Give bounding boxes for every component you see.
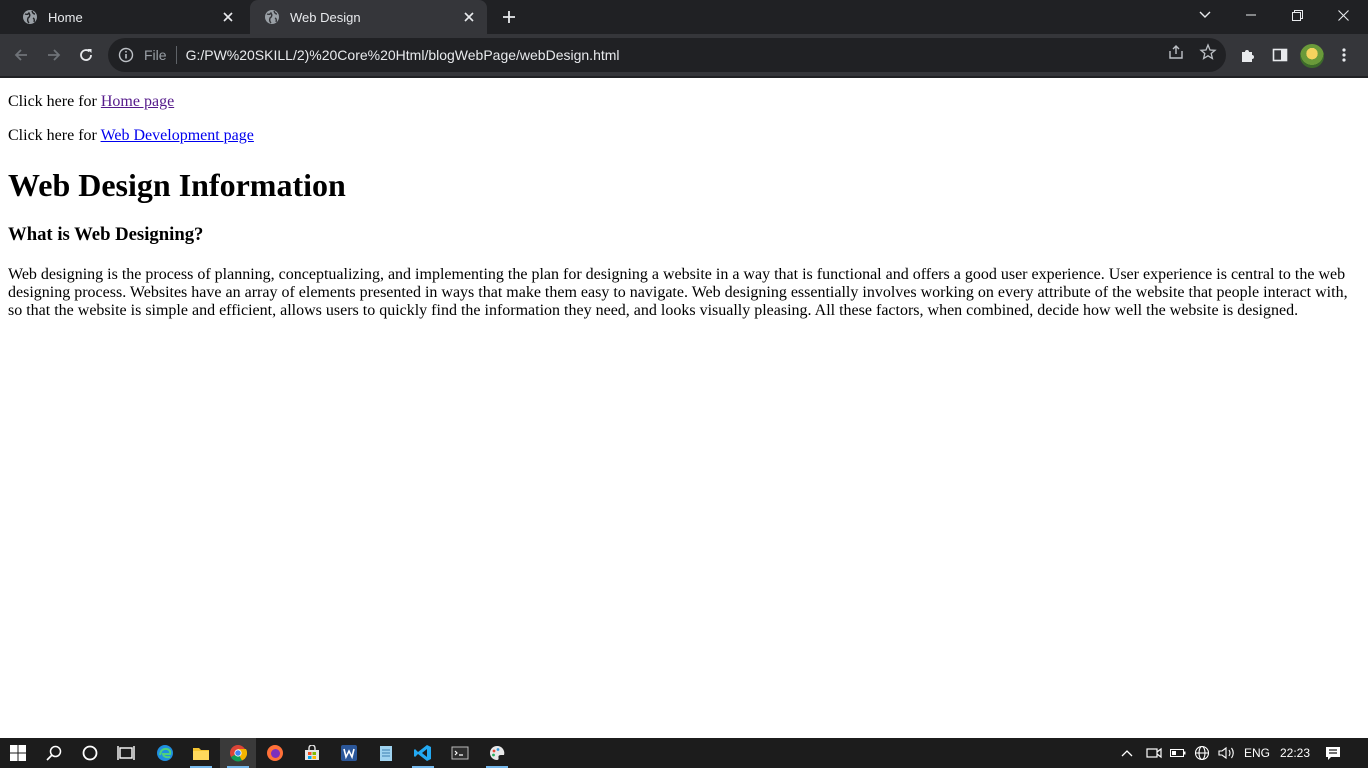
tab-title: Web Design — [290, 9, 361, 25]
file-explorer-app[interactable] — [183, 738, 219, 768]
web-development-page-link[interactable]: Web Development page — [101, 127, 254, 144]
language-label: ENG — [1244, 746, 1271, 760]
restore-icon — [1291, 9, 1303, 21]
close-icon[interactable] — [218, 7, 238, 27]
folder-icon — [193, 748, 209, 760]
extensions-button[interactable] — [1235, 42, 1261, 68]
notepad-app[interactable] — [368, 738, 404, 768]
show-hidden-icons-button[interactable] — [1121, 738, 1133, 768]
vscode-app[interactable] — [405, 738, 441, 768]
reload-icon — [80, 49, 92, 61]
tab-strip: Home Web Design — [0, 0, 1368, 34]
speaker-icon — [1218, 746, 1234, 760]
browser-toolbar: File G:/PW%20SKILL/2)%20Core%20Html/blog… — [0, 34, 1368, 76]
kebab-menu-icon — [1342, 48, 1346, 62]
side-panel-icon — [1272, 48, 1288, 62]
terminal-app[interactable] — [442, 738, 478, 768]
start-button[interactable] — [0, 738, 36, 768]
chevron-up-icon — [1121, 750, 1133, 757]
chrome-app[interactable] — [220, 738, 256, 768]
edge-icon — [157, 745, 173, 761]
clock[interactable]: 22:23 — [1280, 738, 1310, 768]
network-status[interactable] — [1194, 738, 1210, 768]
minimize-button[interactable] — [1228, 0, 1274, 30]
restore-button[interactable] — [1274, 0, 1320, 30]
word-app[interactable] — [331, 738, 367, 768]
reload-button[interactable] — [73, 42, 99, 68]
paint-icon — [490, 745, 505, 760]
body-paragraph: Web designing is the process of planning… — [8, 266, 1348, 319]
meet-now-button[interactable] — [1146, 738, 1162, 768]
globe-icon — [264, 9, 280, 25]
star-icon[interactable] — [1199, 43, 1217, 61]
cortana-button[interactable] — [72, 738, 108, 768]
new-tab-button[interactable] — [499, 7, 519, 27]
globe-icon — [1194, 745, 1210, 761]
edge-app[interactable] — [147, 738, 183, 768]
notification-icon — [1326, 747, 1340, 760]
chrome-icon — [230, 745, 247, 762]
forward-button[interactable] — [41, 42, 67, 68]
battery-icon — [1170, 749, 1186, 757]
firefox-icon — [267, 745, 283, 761]
search-icon — [46, 745, 62, 761]
search-button[interactable] — [36, 738, 72, 768]
chevron-down-icon — [1199, 11, 1211, 18]
puzzle-icon — [1242, 50, 1254, 62]
section-heading: What is Web Designing? — [8, 224, 204, 245]
volume-control[interactable] — [1218, 738, 1236, 768]
battery-status[interactable] — [1170, 738, 1186, 768]
camera-icon — [1146, 747, 1162, 759]
terminal-icon — [451, 746, 469, 760]
close-window-button[interactable] — [1320, 0, 1366, 30]
close-icon — [1337, 9, 1349, 21]
windows-icon — [10, 745, 26, 761]
cortana-icon — [82, 745, 98, 761]
web-dev-nav-line: Click here for Web Development page — [8, 127, 1360, 145]
tab-title: Home — [48, 9, 83, 25]
store-icon — [305, 745, 319, 760]
home-nav-line: Click here for Home page — [8, 93, 1360, 111]
notepad-icon — [380, 746, 392, 761]
scheme-label: File — [144, 47, 167, 63]
share-icon[interactable] — [1167, 43, 1185, 61]
nav-prefix: Click here for — [8, 127, 101, 144]
profile-avatar[interactable] — [1300, 44, 1324, 68]
firefox-app[interactable] — [257, 738, 293, 768]
clock-time: 22:23 — [1280, 746, 1311, 760]
close-icon[interactable] — [459, 7, 479, 27]
arrow-right-icon — [48, 49, 61, 61]
globe-icon — [22, 9, 38, 25]
tab-home[interactable]: Home — [8, 0, 246, 34]
info-icon[interactable] — [118, 47, 134, 63]
menu-button[interactable] — [1331, 42, 1357, 68]
windows-taskbar: ENG 22:23 — [0, 738, 1368, 768]
address-bar[interactable]: File G:/PW%20SKILL/2)%20Core%20Html/blog… — [108, 38, 1226, 72]
tab-search-button[interactable] — [1182, 0, 1228, 30]
plus-icon — [503, 11, 515, 23]
tab-web-design[interactable]: Web Design — [250, 0, 487, 34]
arrow-left-icon — [14, 49, 27, 61]
vscode-icon — [414, 745, 431, 761]
url-text[interactable]: G:/PW%20SKILL/2)%20Core%20Html/blogWebPa… — [186, 47, 1226, 63]
task-view-icon — [117, 746, 135, 760]
nav-prefix: Click here for — [8, 93, 101, 110]
minimize-icon — [1246, 14, 1256, 16]
side-panel-button[interactable] — [1267, 42, 1293, 68]
task-view-button[interactable] — [108, 738, 144, 768]
paint-app[interactable] — [479, 738, 515, 768]
action-center-button[interactable] — [1325, 738, 1341, 768]
back-button[interactable] — [8, 42, 34, 68]
page-title: Web Design Information — [8, 167, 346, 203]
language-indicator[interactable]: ENG — [1244, 738, 1270, 768]
web-page-content: Click here for Home page Click here for … — [0, 78, 1368, 738]
word-icon — [341, 745, 357, 761]
home-page-link[interactable]: Home page — [101, 93, 174, 110]
store-app[interactable] — [294, 738, 330, 768]
divider — [175, 46, 177, 64]
